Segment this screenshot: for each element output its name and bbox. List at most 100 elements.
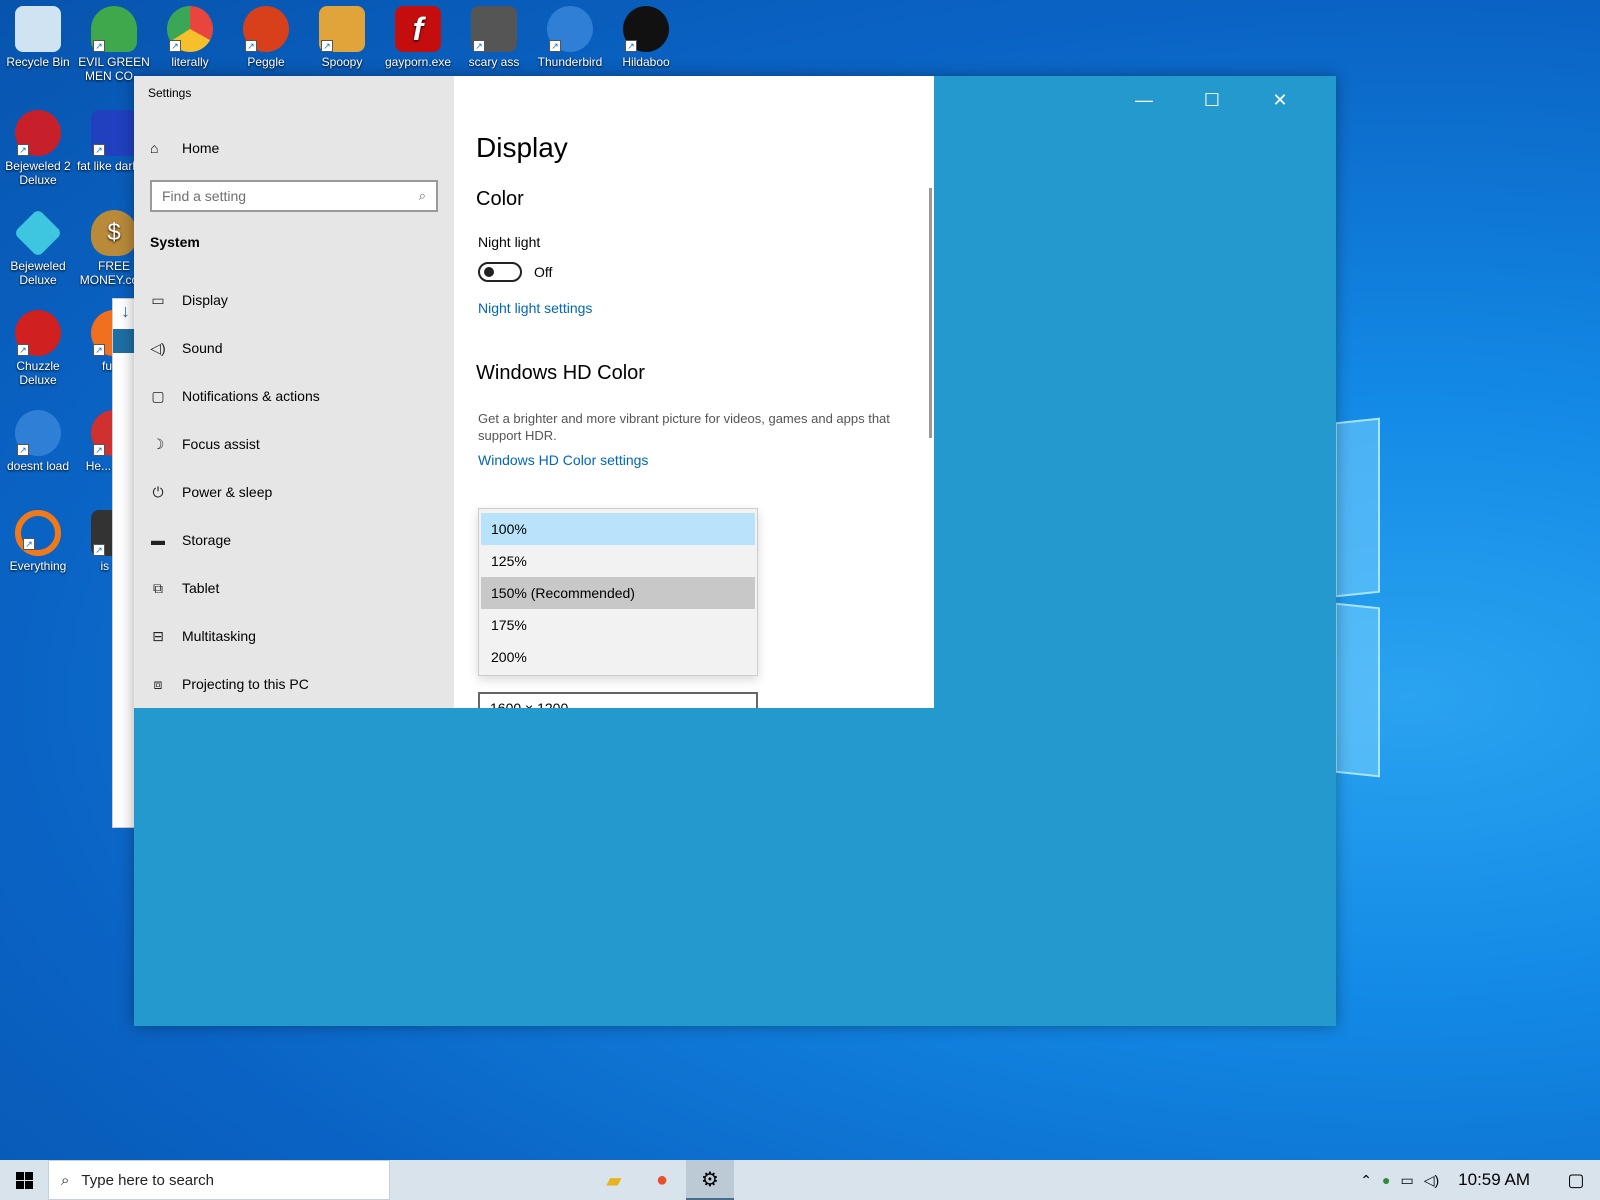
- settings-search[interactable]: ⌕: [150, 180, 438, 212]
- scary-icon: ↗: [471, 6, 517, 52]
- moon-icon: ☽: [151, 435, 165, 452]
- speaker-icon: ◁): [150, 339, 166, 356]
- nav-label: Display: [182, 292, 228, 308]
- notification-center-icon[interactable]: ▢: [1552, 1170, 1600, 1191]
- desktop-icon-bejeweled-deluxe[interactable]: Bejeweled Deluxe: [0, 208, 76, 287]
- thunderbird-icon: ↗: [15, 410, 61, 456]
- chrome-icon: ↗: [167, 6, 213, 52]
- chevron-down-icon: ⌄: [734, 700, 746, 708]
- chevron-up-icon[interactable]: ⌃: [1360, 1172, 1372, 1189]
- sidebar-item-focus-assist[interactable]: ☽ Focus assist: [134, 420, 454, 468]
- desktop-icon-literally[interactable]: ↗ literally: [152, 6, 228, 69]
- section-title: System: [150, 234, 200, 250]
- desktop-icon-thunderbird[interactable]: ↗ Thunderbird: [532, 6, 608, 69]
- desktop-icon-bejeweled-2-deluxe[interactable]: ↗ Bejeweled 2 Deluxe: [0, 110, 76, 187]
- storage-icon: ▬: [151, 532, 165, 548]
- nav-label: Projecting to this PC: [182, 676, 309, 692]
- green-men-icon: ↗: [91, 6, 137, 52]
- night-light-label: Night light: [478, 234, 541, 250]
- sidebar-item-multitasking[interactable]: ⊟ Multitasking: [134, 612, 454, 660]
- windows-icon: [15, 1171, 33, 1189]
- nav-label: Multitasking: [182, 628, 256, 644]
- settings-window: Settings ⌂ Home ⌕ System ▭ Display ◁) So…: [134, 76, 934, 708]
- thunderbird-icon: ↗: [547, 6, 593, 52]
- night-light-settings-link[interactable]: Night light settings: [478, 300, 592, 316]
- volume-icon[interactable]: ◁): [1424, 1172, 1439, 1189]
- tablet-icon: ⧉: [153, 579, 163, 596]
- desktop-icon-evil-green-men[interactable]: ↗ EVIL GREEN MEN CO...: [76, 6, 152, 83]
- search-icon[interactable]: ⌕: [419, 188, 426, 204]
- sidebar-item-display[interactable]: ▭ Display: [134, 276, 454, 324]
- firefox-icon: ●: [655, 1168, 669, 1191]
- scale-option-100[interactable]: 100%: [481, 513, 755, 545]
- night-light-toggle[interactable]: [478, 262, 522, 282]
- taskbar-search-placeholder: Type here to search: [81, 1171, 214, 1189]
- user-status-icon[interactable]: ●: [1382, 1172, 1390, 1188]
- sidebar-item-sound[interactable]: ◁) Sound: [134, 324, 454, 372]
- taskbar-apps: ▰ ● ⚙: [590, 1160, 734, 1200]
- projecting-icon: ⧈: [153, 675, 163, 692]
- scale-option-200[interactable]: 200%: [481, 641, 755, 673]
- sidebar-item-projecting[interactable]: ⧈ Projecting to this PC: [134, 660, 454, 708]
- folder-icon: ▰: [606, 1169, 622, 1192]
- sidebar-item-notifications[interactable]: ▢ Notifications & actions: [134, 372, 454, 420]
- spoopy-icon: ↗: [319, 6, 365, 52]
- desktop-icon-gayporn-exe[interactable]: f gayporn.exe: [380, 6, 456, 69]
- taskbar: ⌕ Type here to search ▰ ● ⚙ ⌃ ● ▭ ◁) 10:…: [0, 1160, 1600, 1200]
- everything-icon: ↗: [15, 510, 61, 556]
- scale-option-175[interactable]: 175%: [481, 609, 755, 641]
- taskbar-app-file-explorer[interactable]: ▰: [590, 1160, 638, 1200]
- taskbar-app-settings[interactable]: ⚙: [686, 1160, 734, 1200]
- system-nav: ▭ Display ◁) Sound ▢ Notifications & act…: [134, 276, 454, 708]
- sidebar-item-tablet[interactable]: ⧉ Tablet: [134, 564, 454, 612]
- night-light-state: Off: [534, 264, 553, 280]
- content-scrollbar[interactable]: [929, 188, 932, 438]
- hdr-heading: Windows HD Color: [476, 362, 645, 384]
- minimize-button[interactable]: —: [1124, 88, 1164, 112]
- desktop-icon-hildaboo[interactable]: ↗ Hildaboo: [608, 6, 684, 69]
- resolution-dropdown[interactable]: 1600 × 1200 ⌄: [478, 692, 758, 708]
- money-bag-icon: $: [91, 210, 137, 256]
- multitasking-icon: ⊟: [152, 627, 164, 644]
- network-icon[interactable]: ▭: [1401, 1172, 1414, 1189]
- sidebar-item-storage[interactable]: ▬ Storage: [134, 516, 454, 564]
- maximize-button[interactable]: ☐: [1192, 88, 1232, 112]
- nav-label: Sound: [182, 340, 223, 356]
- desktop-icon-recycle-bin[interactable]: Recycle Bin: [0, 6, 76, 69]
- search-input[interactable]: [162, 188, 419, 204]
- resolution-value: 1600 × 1200: [490, 700, 569, 708]
- recycle-bin-icon: [15, 6, 61, 52]
- color-heading: Color: [476, 188, 524, 210]
- taskbar-search[interactable]: ⌕ Type here to search: [48, 1160, 390, 1200]
- desktop-icon-everything[interactable]: ↗ Everything: [0, 510, 76, 573]
- hdr-settings-link[interactable]: Windows HD Color settings: [478, 452, 648, 468]
- scale-option-125[interactable]: 125%: [481, 545, 755, 577]
- nav-label: Notifications & actions: [182, 388, 320, 404]
- monitor-icon: ▭: [151, 291, 165, 308]
- mpw-icon: ↗: [91, 110, 137, 156]
- scale-dropdown-list[interactable]: 100% 125% 150% (Recommended) 175% 200%: [478, 508, 758, 676]
- scale-option-150[interactable]: 150% (Recommended): [481, 577, 755, 609]
- home-icon: ⌂: [150, 140, 159, 156]
- close-button[interactable]: ✕: [1260, 88, 1300, 112]
- taskbar-app-firefox[interactable]: ●: [638, 1160, 686, 1200]
- gear-icon: ⚙: [701, 1168, 719, 1191]
- page-title: Display: [476, 132, 568, 163]
- notification-icon: ▢: [151, 387, 165, 404]
- clock[interactable]: 10:59 AM: [1458, 1170, 1530, 1190]
- desktop-icon-chuzzle-deluxe[interactable]: ↗ Chuzzle Deluxe: [0, 310, 76, 387]
- start-button[interactable]: [0, 1160, 48, 1200]
- desktop-windows-logo: [1335, 417, 1575, 780]
- desktop-icon-scary-ass[interactable]: ↗ scary ass: [456, 6, 532, 69]
- home-nav-item[interactable]: ⌂ Home: [150, 140, 219, 156]
- bejeweled2-icon: ↗: [15, 110, 61, 156]
- download-arrow-icon: ↓: [121, 301, 130, 321]
- desktop-icon-doesnt-load[interactable]: ↗ doesnt load: [0, 410, 76, 473]
- desktop-icon-spoopy[interactable]: ↗ Spoopy: [304, 6, 380, 69]
- desktop-icon-peggle[interactable]: ↗ Peggle: [228, 6, 304, 69]
- settings-content: Display Color Night light Off Night ligh…: [454, 76, 934, 708]
- sidebar-item-power-sleep[interactable]: ⏻ Power & sleep: [134, 468, 454, 516]
- peggle-icon: ↗: [243, 6, 289, 52]
- hildaboo-icon: ↗: [623, 6, 669, 52]
- system-tray: ⌃ ● ▭ ◁) 10:59 AM ▢: [1355, 1160, 1600, 1200]
